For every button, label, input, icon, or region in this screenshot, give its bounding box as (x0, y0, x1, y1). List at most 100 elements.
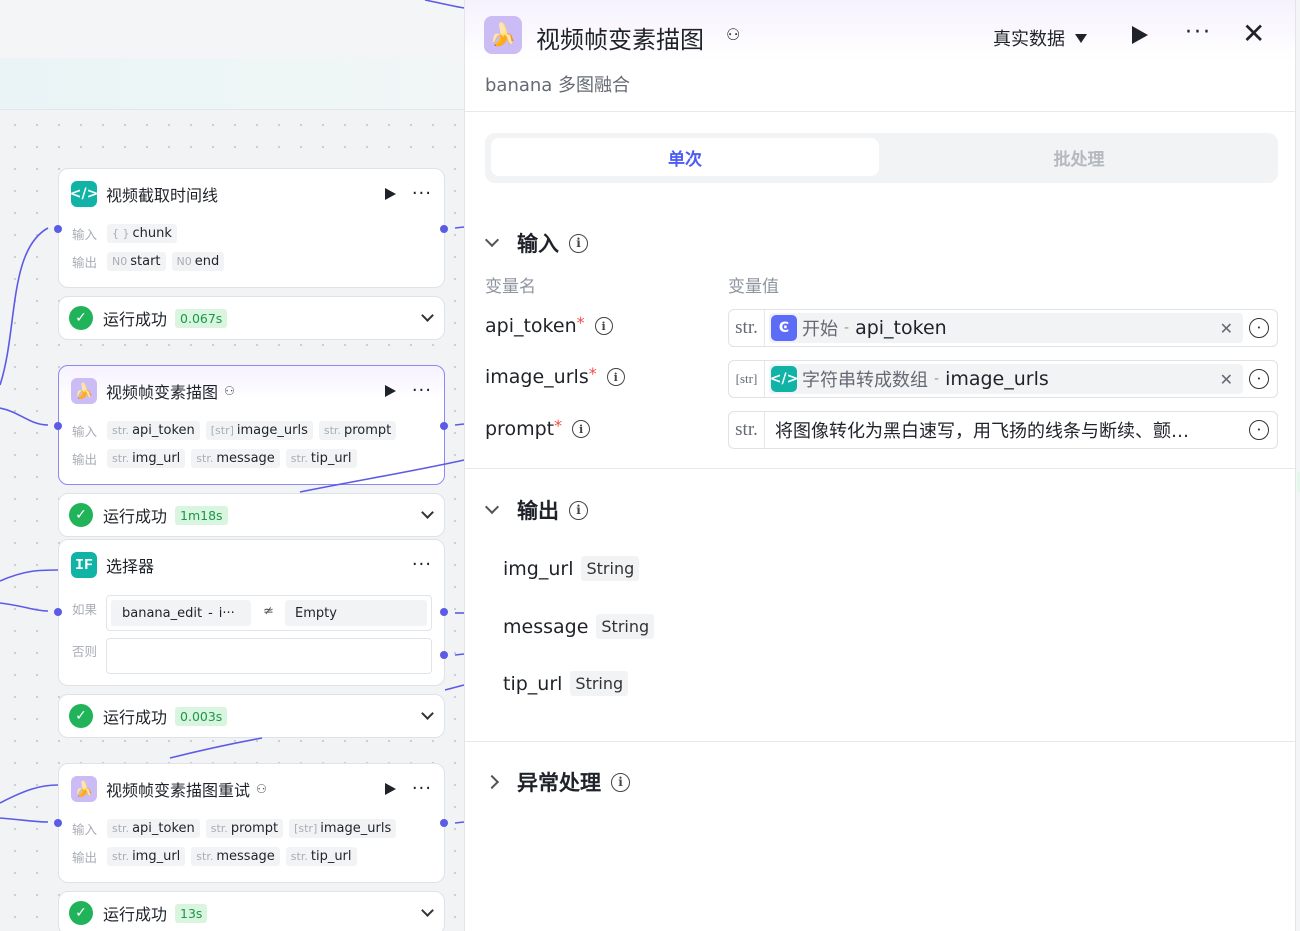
variable-picker-icon[interactable]: • (1249, 369, 1269, 389)
panel-title[interactable]: 视频帧变素描图 (536, 20, 704, 55)
condition-operator[interactable]: ≄ (263, 604, 274, 619)
code-icon: </> (70, 181, 98, 207)
output-section-header[interactable]: 输出 i (484, 495, 588, 525)
success-check-icon: ✓ (69, 503, 93, 527)
info-icon[interactable]: i (569, 500, 588, 520)
param-name-image-urls: image_urls * i (485, 364, 625, 388)
run-status-bar[interactable]: ✓ 运行成功 0.003s (58, 694, 445, 738)
data-mode-select[interactable]: 真实数据 (993, 25, 1087, 51)
input-port[interactable] (54, 225, 62, 233)
output-var: message String (503, 614, 655, 639)
divider (465, 468, 1296, 469)
info-icon[interactable]: i (572, 420, 591, 438)
run-status-bar[interactable]: ✓ 运行成功 13s (58, 891, 445, 931)
more-icon[interactable]: ··· (1185, 20, 1212, 45)
node-video-timeline[interactable]: </> 视频截取时间线 ··· 输入 { } chunk 输出 N0 start N… (58, 168, 445, 288)
chevron-down-icon[interactable] (421, 707, 434, 720)
error-section-header[interactable]: 异常处理 i (484, 767, 630, 797)
chevron-down-icon[interactable] (421, 904, 434, 917)
variable-picker-icon[interactable]: • (1249, 420, 1269, 440)
input-section-header[interactable]: 输入 i (484, 228, 588, 258)
param-value-image-urls[interactable]: [str] </> 字符串转成数组 - image_urls ✕ • (728, 360, 1278, 398)
offscreen-node-edge (1295, 0, 1300, 931)
tab-batch[interactable]: 批处理 (885, 138, 1273, 176)
output-var: img_url String (503, 556, 640, 581)
info-icon[interactable]: i (611, 772, 630, 792)
input-chip: str. api_token (107, 818, 200, 838)
input-label: 输入 (72, 423, 98, 439)
info-icon[interactable]: i (569, 233, 588, 253)
run-status: 运行成功 (103, 708, 168, 727)
chevron-right-icon (484, 774, 500, 790)
output-port[interactable] (440, 422, 448, 430)
run-status-bar[interactable]: ✓ 运行成功 0.067s (58, 296, 445, 340)
else-output-port[interactable] (440, 651, 448, 659)
ref-separator: - (844, 320, 850, 336)
output-port[interactable] (440, 225, 448, 233)
run-status: 运行成功 (103, 507, 168, 526)
data-mode-label: 真实数据 (993, 29, 1065, 50)
param-value-prompt[interactable]: str. 将图像转化为黑白速写，用飞扬的线条与断续、颤… • (728, 411, 1278, 449)
run-status: 运行成功 (103, 310, 168, 329)
more-icon[interactable]: ··· (412, 382, 432, 400)
more-icon[interactable]: ··· (412, 780, 432, 798)
else-row[interactable] (106, 638, 432, 674)
input-chip: str. api_token (107, 420, 200, 440)
else-label: 否则 (72, 643, 98, 659)
input-port[interactable] (54, 422, 62, 430)
input-port[interactable] (54, 819, 62, 827)
info-icon[interactable]: i (606, 368, 625, 386)
input-chip: str. prompt (205, 818, 284, 838)
run-icon[interactable] (1132, 26, 1148, 44)
output-port[interactable] (440, 819, 448, 827)
dropdown-arrow-icon (1075, 33, 1087, 43)
clear-icon[interactable]: ✕ (1220, 370, 1233, 389)
info-icon[interactable]: i (594, 317, 613, 335)
close-icon[interactable]: ✕ (1242, 18, 1265, 50)
node-sketch[interactable]: 🍌 视频帧变素描图 ⚇ ··· 输入 str. api_token [str] im… (58, 365, 445, 485)
prompt-value[interactable]: 将图像转化为黑白速写，用飞扬的线条与断续、颤… (775, 417, 1220, 443)
panel-header: 🍌 视频帧变素描图 ⚇ banana 多图融合 真实数据 ··· ✕ (465, 0, 1295, 112)
run-time: 1m18s (175, 505, 228, 525)
error-section-title: 异常处理 (517, 771, 601, 795)
output-label: 输出 (72, 254, 98, 270)
variable-reference[interactable]: Ͼ 开始 - api_token ✕ (769, 313, 1243, 343)
node-title: 视频截取时间线 (106, 186, 219, 205)
clear-icon[interactable]: ✕ (1220, 319, 1233, 338)
param-value-api-token[interactable]: str. Ͼ 开始 - api_token ✕ • (728, 309, 1278, 347)
run-node-icon[interactable] (384, 385, 396, 397)
run-time: 13s (175, 903, 208, 923)
param-name-api-token: api_token * i (485, 313, 613, 337)
condition-row[interactable]: banana_edit - i··· ≄ Empty (106, 595, 432, 631)
output-chip: str. tip_url (285, 448, 357, 468)
node-title: 选择器 (106, 557, 155, 576)
success-check-icon: ✓ (69, 704, 93, 728)
chevron-down-icon[interactable] (421, 309, 434, 322)
input-port[interactable] (54, 608, 62, 616)
output-chip: str. img_url (107, 448, 186, 468)
type-badge: String (596, 614, 655, 639)
more-icon[interactable]: ··· (412, 185, 432, 203)
if-label: 如果 (72, 601, 98, 617)
canvas-top-area (0, 0, 464, 58)
condition-left[interactable]: banana_edit - i··· (111, 600, 251, 626)
workflow-canvas[interactable]: </> 视频截取时间线 ··· 输入 { } chunk 输出 N0 start N… (0, 0, 464, 931)
condition-right[interactable]: Empty (285, 600, 427, 626)
variable-reference[interactable]: </> 字符串转成数组 - image_urls ✕ (769, 364, 1243, 394)
variable-picker-icon[interactable]: • (1249, 318, 1269, 338)
run-node-icon[interactable] (384, 783, 396, 795)
run-node-icon[interactable] (384, 188, 396, 200)
node-badge-icon: ⚇ (224, 384, 235, 398)
if-output-port[interactable] (440, 608, 448, 616)
node-badge-icon: ⚇ (256, 782, 267, 796)
run-status-bar[interactable]: ✓ 运行成功 1m18s (58, 493, 445, 537)
more-icon[interactable]: ··· (412, 556, 432, 574)
node-sketch-retry[interactable]: 🍌 视频帧变素描图重试 ⚇ ··· 输入 str. api_token str. p… (58, 763, 445, 883)
banana-icon: 🍌 (484, 16, 522, 54)
type-badge: str. (729, 310, 765, 346)
run-status: 运行成功 (103, 905, 168, 924)
chevron-down-icon[interactable] (421, 506, 434, 519)
run-mode-tabs: 单次 批处理 (485, 133, 1278, 183)
panel-subtitle[interactable]: banana 多图融合 (485, 71, 630, 97)
tab-single[interactable]: 单次 (491, 138, 879, 176)
